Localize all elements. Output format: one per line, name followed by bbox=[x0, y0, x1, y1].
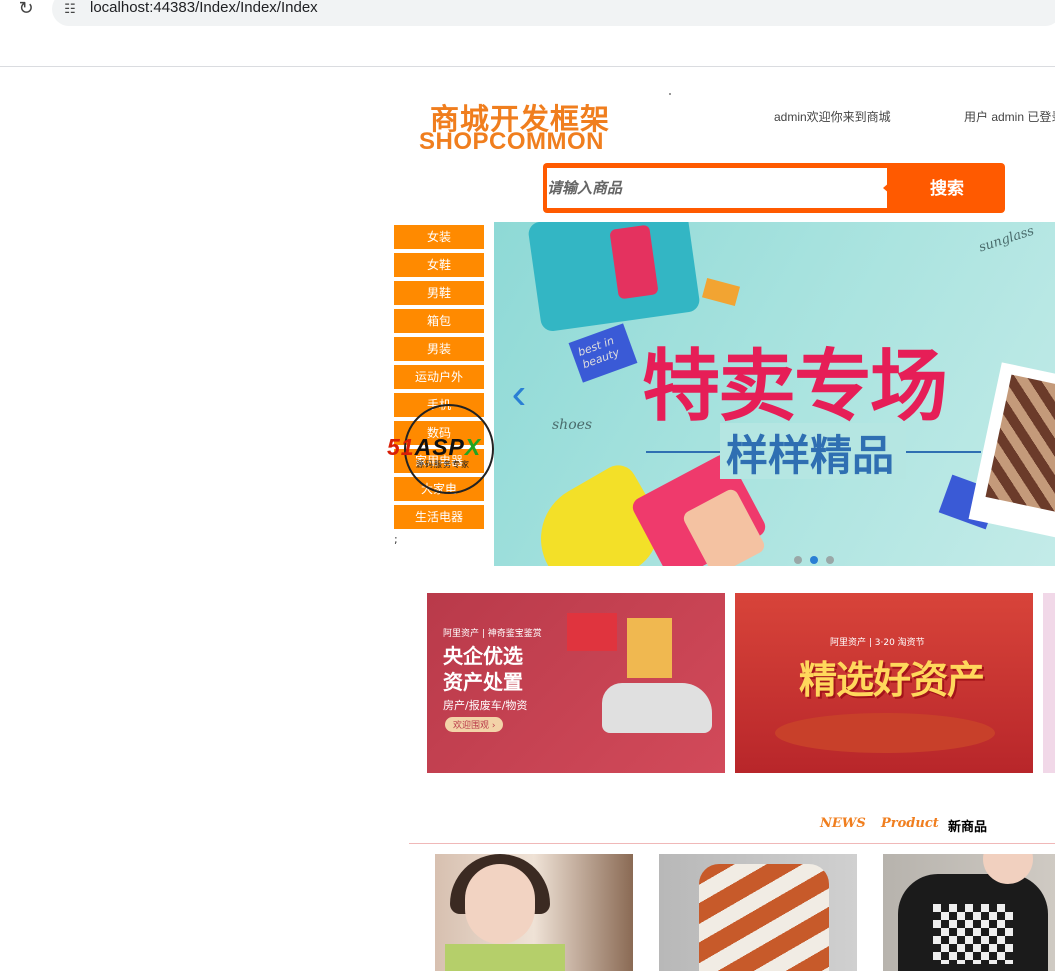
category-item[interactable]: 女鞋 bbox=[394, 253, 484, 277]
address-bar[interactable]: ☷ localhost:44383/Index/Index/Index bbox=[52, 0, 1055, 26]
category-item[interactable]: 运动户外 bbox=[394, 365, 484, 389]
search-button[interactable]: 搜索 bbox=[889, 163, 1005, 213]
product-image bbox=[699, 864, 829, 971]
site-settings-icon[interactable]: ☷ bbox=[60, 0, 80, 20]
promo-brand: 阿里资产 | 神奇鉴宝鉴赏 bbox=[443, 629, 542, 639]
carousel-indicators bbox=[794, 549, 842, 566]
carousel-dot[interactable] bbox=[794, 556, 802, 564]
category-item[interactable]: 生活电器 bbox=[394, 505, 484, 529]
section-title: 新商品 bbox=[948, 820, 988, 835]
search-bar: 搜索 bbox=[543, 163, 1005, 213]
decorative-dot bbox=[669, 93, 671, 95]
user-status-text: 用户 admin 已登录 bbox=[964, 110, 1055, 124]
promo-banner-1[interactable]: 阿里资产 | 神奇鉴宝鉴赏 央企优选 资产处置 房产/报废车/物资 欢迎围观 › bbox=[427, 593, 725, 773]
chevron-left-icon[interactable]: ‹ bbox=[504, 370, 534, 418]
sunglass-label: sunglass bbox=[977, 223, 1036, 256]
product-card[interactable] bbox=[883, 854, 1055, 971]
category-item[interactable]: 箱包 bbox=[394, 309, 484, 333]
browser-toolbar: ↻ ☷ localhost:44383/Index/Index/Index bbox=[0, 0, 1055, 67]
section-divider bbox=[409, 843, 1055, 844]
section-news-label: NEWS bbox=[820, 816, 866, 831]
stray-semicolon: ; bbox=[394, 533, 398, 546]
product-image-detail bbox=[445, 944, 565, 971]
flag-image bbox=[567, 613, 617, 651]
banner-title: 特卖专场 bbox=[642, 341, 948, 432]
banner-subtitle: 样样精品 bbox=[726, 431, 895, 480]
watermark-subtitle: 源码服务专家 bbox=[416, 460, 470, 469]
category-item[interactable]: 男装 bbox=[394, 337, 484, 361]
tag-image bbox=[701, 277, 741, 307]
product-card[interactable] bbox=[659, 854, 857, 971]
category-item[interactable]: 女装 bbox=[394, 225, 484, 249]
promo-brand: 阿里资产 | 3·20 淘资节 bbox=[830, 638, 925, 648]
category-item[interactable]: 男鞋 bbox=[394, 281, 484, 305]
search-input[interactable] bbox=[547, 168, 887, 208]
banner-carousel[interactable]: best in beauty shoes 特卖专场 样样精品 sunglass … bbox=[494, 222, 1055, 566]
promo-headline: 央企优选 资产处置 bbox=[443, 644, 523, 694]
product-image-detail bbox=[465, 864, 535, 944]
photo-image bbox=[968, 362, 1055, 542]
carousel-dot-active[interactable] bbox=[810, 556, 818, 564]
car-image bbox=[602, 683, 712, 733]
product-image-detail bbox=[933, 904, 1013, 964]
url-text[interactable]: localhost:44383/Index/Index/Index bbox=[90, 0, 318, 16]
promo-banner-2[interactable]: 阿里资产 | 3·20 淘资节 精选好资产 bbox=[735, 593, 1033, 773]
beauty-tag: best in beauty bbox=[568, 323, 638, 383]
carousel-dot[interactable] bbox=[826, 556, 834, 564]
building-image bbox=[627, 618, 672, 678]
welcome-text: admin欢迎你来到商城 bbox=[774, 110, 891, 124]
promo-headline: 精选好资产 bbox=[799, 658, 985, 702]
shoes-label: shoes bbox=[552, 417, 593, 433]
stage-image bbox=[775, 713, 995, 753]
product-card[interactable] bbox=[435, 854, 633, 971]
promo-banner-3[interactable] bbox=[1043, 593, 1055, 773]
watermark-logo: 51ASPX bbox=[387, 434, 482, 460]
promo-button[interactable]: 欢迎围观 › bbox=[445, 717, 504, 732]
logo-title-en[interactable]: SHOPCOMMON bbox=[419, 128, 604, 156]
section-product-label: Product bbox=[881, 816, 939, 831]
reload-icon[interactable]: ↻ bbox=[14, 0, 38, 21]
promo-subline: 房产/报废车/物资 bbox=[443, 699, 528, 712]
